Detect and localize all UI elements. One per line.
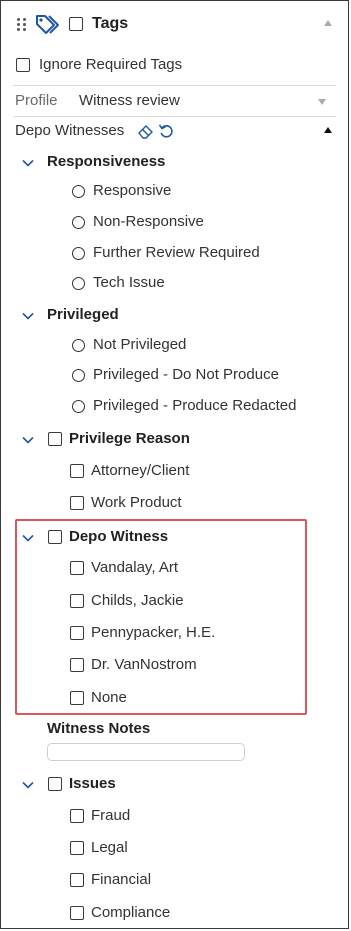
- chevron-down-icon[interactable]: [22, 158, 34, 168]
- checkbox-option[interactable]: Financial: [1, 870, 348, 892]
- radio-button[interactable]: [72, 185, 85, 198]
- tag-icon: [36, 15, 59, 34]
- group-issues[interactable]: Issues: [1, 774, 348, 796]
- option-checkbox[interactable]: [70, 809, 84, 823]
- radio-option[interactable]: Not Privileged: [1, 335, 348, 357]
- group-title: Privilege Reason: [69, 430, 190, 447]
- option-label: Not Privileged: [93, 336, 187, 353]
- profile-select[interactable]: Profile Witness review: [1, 91, 348, 113]
- checkbox-option[interactable]: None: [1, 688, 348, 710]
- option-label: Dr. VanNostrom: [91, 656, 197, 673]
- radio-option[interactable]: Privileged - Produce Redacted: [1, 396, 348, 418]
- refresh-icon[interactable]: [158, 123, 175, 139]
- collapse-panel-icon[interactable]: [324, 20, 332, 26]
- option-checkbox[interactable]: [70, 594, 84, 608]
- checkbox-option[interactable]: Fraud: [1, 806, 348, 828]
- ignore-required-label: Ignore Required Tags: [39, 56, 183, 73]
- group-title: Issues: [69, 775, 116, 792]
- radio-button[interactable]: [72, 277, 85, 290]
- group-title: Depo Witness: [69, 528, 169, 545]
- witness-notes-label: Witness Notes: [47, 720, 151, 737]
- checkbox-option[interactable]: Dr. VanNostrom: [1, 655, 348, 677]
- option-label: Attorney/Client: [91, 462, 190, 479]
- checkbox-option[interactable]: Pennypacker, H.E.: [1, 623, 348, 645]
- chevron-down-icon[interactable]: [22, 435, 34, 445]
- radio-button[interactable]: [72, 247, 85, 260]
- option-label: Financial: [91, 871, 152, 888]
- tags-panel: Tags Ignore Required Tags Profile Witnes…: [0, 0, 349, 929]
- group-checkbox[interactable]: [48, 530, 62, 544]
- radio-option[interactable]: Responsive: [1, 181, 348, 203]
- witness-notes-input[interactable]: [47, 743, 245, 761]
- witness-notes-field: Witness Notes: [1, 719, 348, 739]
- divider: [13, 116, 336, 117]
- option-label: None: [91, 689, 127, 706]
- profile-value: Witness review: [79, 92, 180, 109]
- group-privileged[interactable]: Privileged: [1, 305, 348, 327]
- group-responsiveness[interactable]: Responsiveness: [1, 152, 348, 174]
- option-label: Further Review Required: [93, 244, 260, 261]
- eraser-icon[interactable]: [137, 123, 154, 139]
- option-label: Legal: [91, 839, 128, 856]
- ignore-required-checkbox[interactable]: [16, 58, 30, 72]
- group-privilege-reason[interactable]: Privilege Reason: [1, 429, 348, 451]
- radio-button[interactable]: [72, 339, 85, 352]
- group-title: Privileged: [47, 306, 119, 323]
- chevron-down-icon[interactable]: [22, 311, 34, 321]
- chevron-down-icon[interactable]: [22, 780, 34, 790]
- radio-button[interactable]: [72, 369, 85, 382]
- group-title: Responsiveness: [47, 153, 166, 170]
- option-label: Work Product: [91, 494, 182, 511]
- radio-option[interactable]: Non-Responsive: [1, 212, 348, 234]
- radio-button[interactable]: [72, 400, 85, 413]
- checkbox-option[interactable]: Attorney/Client: [1, 461, 348, 483]
- ignore-required-row[interactable]: Ignore Required Tags: [1, 55, 348, 77]
- checkbox-option[interactable]: Childs, Jackie: [1, 591, 348, 613]
- option-checkbox[interactable]: [70, 658, 84, 672]
- option-checkbox[interactable]: [70, 906, 84, 920]
- divider: [13, 85, 336, 86]
- option-checkbox[interactable]: [70, 496, 84, 510]
- radio-option[interactable]: Further Review Required: [1, 243, 348, 265]
- option-label: Vandalay, Art: [91, 559, 178, 576]
- option-label: Fraud: [91, 807, 131, 824]
- panel-header: Tags: [1, 9, 348, 39]
- chevron-down-icon[interactable]: [22, 533, 34, 543]
- tags-select-all-checkbox[interactable]: [69, 17, 83, 31]
- option-checkbox[interactable]: [70, 841, 84, 855]
- section-header: Depo Witnesses: [1, 121, 348, 143]
- option-checkbox[interactable]: [70, 464, 84, 478]
- panel-title: Tags: [92, 15, 129, 32]
- section-title: Depo Witnesses: [15, 122, 125, 139]
- option-checkbox[interactable]: [70, 873, 84, 887]
- checkbox-option[interactable]: Compliance: [1, 903, 348, 925]
- checkbox-option[interactable]: Legal: [1, 838, 348, 860]
- drag-handle-icon[interactable]: [17, 18, 27, 32]
- option-label: Privileged - Produce Redacted: [93, 397, 297, 414]
- option-checkbox[interactable]: [70, 561, 84, 575]
- checkbox-option[interactable]: Work Product: [1, 493, 348, 515]
- option-label: Responsive: [93, 182, 172, 199]
- option-label: Childs, Jackie: [91, 592, 184, 609]
- option-label: Non-Responsive: [93, 213, 204, 230]
- profile-label: Profile: [15, 92, 58, 109]
- radio-option[interactable]: Tech Issue: [1, 273, 348, 295]
- collapse-section-icon[interactable]: [324, 127, 332, 133]
- checkbox-option[interactable]: Vandalay, Art: [1, 558, 348, 580]
- option-checkbox[interactable]: [70, 691, 84, 705]
- group-checkbox[interactable]: [48, 777, 62, 791]
- radio-option[interactable]: Privileged - Do Not Produce: [1, 365, 348, 387]
- radio-button[interactable]: [72, 216, 85, 229]
- option-checkbox[interactable]: [70, 626, 84, 640]
- chevron-down-icon[interactable]: [318, 99, 326, 105]
- option-label: Privileged - Do Not Produce: [93, 366, 279, 383]
- group-checkbox[interactable]: [48, 432, 62, 446]
- option-label: Compliance: [91, 904, 171, 921]
- option-label: Pennypacker, H.E.: [91, 624, 216, 641]
- group-depo-witness[interactable]: Depo Witness: [1, 527, 348, 549]
- option-label: Tech Issue: [93, 274, 165, 291]
